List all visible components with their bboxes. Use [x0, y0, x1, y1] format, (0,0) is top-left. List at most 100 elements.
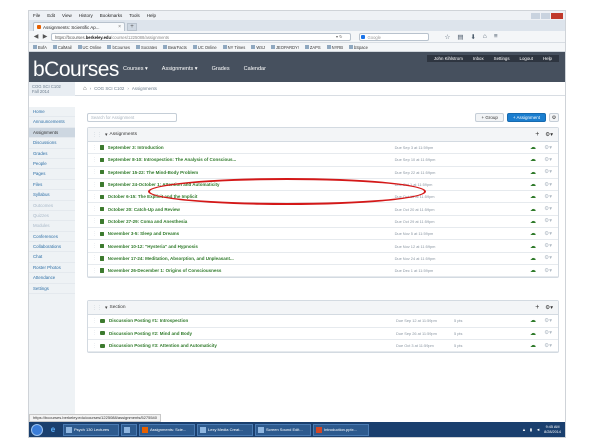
add-group-button[interactable]: + Group: [475, 112, 504, 122]
bookmark-item[interactable]: ZAPS: [304, 45, 321, 50]
published-cloud-icon[interactable]: ☁: [530, 181, 536, 188]
minimize-button[interactable]: [531, 12, 540, 19]
maximize-button[interactable]: [541, 12, 550, 19]
assignment-title[interactable]: November 3-5: Sleep and Dreams: [108, 231, 368, 236]
bookmark-item[interactable]: bSpace: [348, 45, 368, 50]
assignment-row[interactable]: ⋮ October 27-29: Coma and Anesthesia Due O…: [88, 216, 558, 229]
menu-edit[interactable]: Edit: [47, 13, 55, 18]
bookmark-star-icon[interactable]: ☆: [444, 33, 450, 41]
assignment-row[interactable]: ⋮ September 24-October 1: Attention and A…: [88, 179, 558, 192]
sidebar-item-people[interactable]: People: [29, 159, 75, 170]
assignment-row[interactable]: ⋮ November 17-24: Meditation, Absorption,…: [88, 253, 558, 265]
logout-link[interactable]: Logout: [515, 56, 538, 61]
nav-grades[interactable]: Grades: [212, 66, 230, 72]
row-gear-icon[interactable]: ⚙▾: [544, 330, 552, 336]
row-gear-icon[interactable]: ⚙▾: [544, 243, 552, 249]
bookmark-item[interactable]: BofA: [33, 45, 47, 50]
help-link[interactable]: Help: [538, 56, 557, 61]
assignment-row[interactable]: ⋮ November 26-December 1: Origins of Cons…: [88, 265, 558, 278]
add-to-group-icon[interactable]: +: [535, 304, 539, 311]
published-cloud-icon[interactable]: ☁: [530, 206, 536, 213]
bookmark-item[interactable]: NYRB: [326, 45, 343, 50]
add-assignment-button[interactable]: + Assignment: [506, 112, 546, 122]
download-icon[interactable]: ⬇: [470, 33, 475, 41]
bookmark-item[interactable]: UC Online: [77, 45, 101, 50]
drag-handle-icon[interactable]: ⋮: [92, 145, 98, 151]
sidebar-item-discussions[interactable]: Discussions: [29, 138, 75, 149]
settings-link[interactable]: Settings: [489, 56, 515, 61]
assignment-title[interactable]: October 20: Catch-Up and Review: [108, 207, 368, 212]
taskbar-task[interactable]: Screen Sound Edit...: [255, 423, 311, 436]
row-gear-icon[interactable]: ⚙▾: [544, 194, 552, 200]
breadcrumb-course[interactable]: COG SCI C102: [94, 86, 124, 91]
published-cloud-icon[interactable]: ☁: [530, 255, 536, 262]
internet-explorer-icon[interactable]: e: [45, 424, 61, 436]
row-gear-icon[interactable]: ⚙▾: [544, 169, 552, 175]
network-icon[interactable]: ▮: [530, 427, 532, 432]
group-header[interactable]: ⋮⋮ ▾ Assignments + ⚙▾: [88, 128, 558, 142]
assignment-title[interactable]: Discussion Posting #3: Attention and Aut…: [109, 343, 369, 348]
assignment-title[interactable]: November 17-24: Meditation, Absorption, …: [108, 256, 368, 261]
breadcrumb-assignments[interactable]: Assignments: [132, 86, 157, 91]
assignment-title[interactable]: September 15-22: The Mind-Body Problem: [108, 170, 368, 175]
taskbar-task[interactable]: Introduction.pptx...: [313, 423, 369, 436]
bookmark-item[interactable]: NY Times: [222, 45, 245, 50]
row-gear-icon[interactable]: ⚙▾: [544, 145, 552, 151]
published-cloud-icon[interactable]: ☁: [530, 230, 536, 237]
published-cloud-icon[interactable]: ☁: [530, 342, 536, 349]
bookmark-item[interactable]: UC Online: [192, 45, 217, 50]
assignment-title[interactable]: Discussion Posting #1: Introspection: [109, 318, 369, 323]
assignment-title[interactable]: Discussion Posting #2: Mind and Body: [109, 331, 369, 336]
sidebar-item-grades[interactable]: Grades: [29, 149, 75, 159]
bookmark-item[interactable]: Socrates: [135, 45, 157, 50]
drag-handle-icon[interactable]: ⋮: [92, 318, 98, 324]
row-gear-icon[interactable]: ⚙▾: [544, 255, 552, 261]
row-gear-icon[interactable]: ⚙▾: [544, 182, 552, 188]
group-gear-icon[interactable]: ⚙▾: [545, 305, 553, 311]
sidebar-item-chat[interactable]: Chat: [29, 252, 75, 263]
published-cloud-icon[interactable]: ☁: [530, 144, 536, 151]
published-cloud-icon[interactable]: ☁: [530, 317, 536, 324]
assignment-row[interactable]: ⋮ October 6-15: The Explicit and the Impl…: [88, 191, 558, 204]
published-cloud-icon[interactable]: ☁: [530, 156, 536, 163]
sidebar-item-syllabus[interactable]: Syllabus: [29, 190, 75, 201]
assignment-row[interactable]: ⋮ September 3: Introduction Due Sep 3 at 1…: [88, 142, 558, 155]
tray-arrow-icon[interactable]: ▲: [522, 427, 526, 432]
tab-close-icon[interactable]: ×: [118, 24, 121, 30]
drag-handle-icon[interactable]: ⋮: [92, 157, 98, 163]
assignment-row[interactable]: ⋮ September 8-10: Introspection: The Anal…: [88, 154, 558, 167]
sidebar-item-settings[interactable]: Settings: [29, 284, 75, 295]
clock[interactable]: 9:45 AM 8/28/2014: [544, 425, 561, 434]
assignment-title[interactable]: September 24-October 1: Attention and Au…: [108, 182, 368, 187]
address-bar[interactable]: https://bcourses.berkeley.edu/courses/12…: [51, 32, 351, 41]
assignment-row[interactable]: ⋮ Discussion Posting #2: Mind and Body Due…: [88, 328, 558, 340]
taskbar-task[interactable]: [121, 423, 137, 436]
drag-handle-icon[interactable]: ⋮: [92, 169, 98, 175]
row-gear-icon[interactable]: ⚙▾: [544, 318, 552, 324]
new-tab-button[interactable]: +: [127, 23, 137, 31]
nav-assignments[interactable]: Assignments ▾: [162, 66, 198, 72]
assignment-title[interactable]: September 8-10: Introspection: The Analy…: [108, 157, 368, 162]
reload-icon[interactable]: ▾ ↻: [336, 34, 342, 39]
drag-handle-icon[interactable]: ⋮⋮: [92, 132, 102, 138]
reader-icon[interactable]: ▤: [457, 33, 463, 41]
collapse-caret-icon[interactable]: ▾: [105, 305, 108, 311]
assignment-row[interactable]: ⋮ Discussion Posting #3: Attention and Au…: [88, 340, 558, 353]
assignment-row[interactable]: ⋮ October 20: Catch-Up and Review Due Oct …: [88, 203, 558, 216]
start-button[interactable]: [31, 423, 43, 436]
group-header[interactable]: ⋮⋮ ▾ Section + ⚙▾: [88, 301, 558, 316]
assignment-title[interactable]: October 6-15: The Explicit and the Impli…: [108, 194, 368, 199]
published-cloud-icon[interactable]: ☁: [530, 267, 536, 274]
drag-handle-icon[interactable]: ⋮: [92, 218, 98, 224]
drag-handle-icon[interactable]: ⋮: [92, 255, 98, 261]
user-name-link[interactable]: John Kihlstrom: [429, 56, 468, 61]
sidebar-item-assignments[interactable]: Assignments: [29, 127, 75, 139]
row-gear-icon[interactable]: ⚙▾: [544, 157, 552, 163]
drag-handle-icon[interactable]: ⋮: [92, 206, 98, 212]
search-assignment-input[interactable]: Search for Assignment: [87, 112, 177, 122]
sidebar-item-announcements[interactable]: Announcements: [29, 117, 75, 128]
published-cloud-icon[interactable]: ☁: [530, 169, 536, 176]
drag-handle-icon[interactable]: ⋮: [92, 194, 98, 200]
home-icon[interactable]: ⌂: [83, 86, 87, 92]
bookmark-item[interactable]: CalMail: [52, 45, 72, 50]
